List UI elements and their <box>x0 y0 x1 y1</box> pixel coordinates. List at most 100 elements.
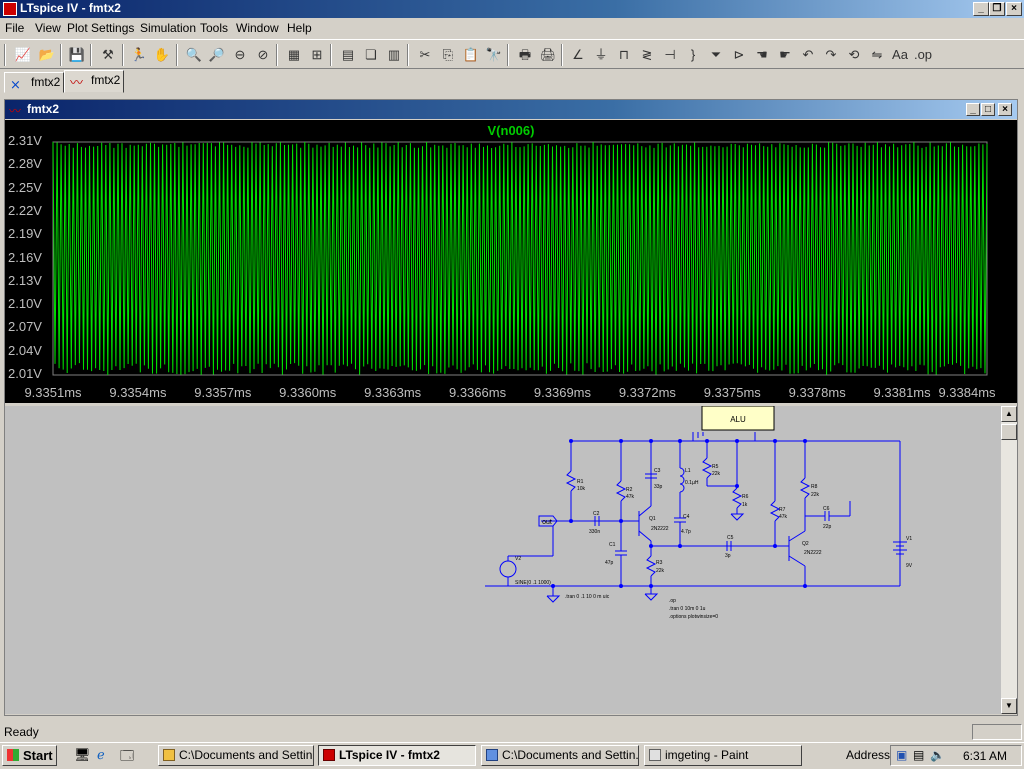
r2-value: 47k <box>626 494 635 500</box>
menu-simulation[interactable]: Simulation <box>140 21 196 35</box>
r1-value: 10k <box>577 486 586 492</box>
menu-tools[interactable]: Tools <box>200 21 228 35</box>
scroll-thumb[interactable] <box>1001 424 1017 440</box>
open-folder-icon[interactable]: 📂 <box>37 45 57 65</box>
tab-schematic[interactable]: ⨯ fmtx2 <box>4 72 64 93</box>
menu-view[interactable]: View <box>35 21 61 35</box>
ltspice-app-icon <box>3 2 17 16</box>
save-icon[interactable]: 💾 <box>67 45 87 65</box>
halt-hand-icon[interactable]: ✋ <box>152 45 172 65</box>
mirror-icon[interactable]: ⇋ <box>867 45 887 65</box>
l1-value: 0.1µH <box>685 480 699 486</box>
scroll-up-button[interactable]: ▲ <box>1001 406 1017 422</box>
tray-app-icon[interactable]: ▤ <box>913 748 924 762</box>
spice-directive-options: .options plotwinsize=0 <box>669 614 718 620</box>
explorer-icon <box>486 749 498 761</box>
taskbar: Start 🖥 ℯ 🗔 C:\Documents and Settin... L… <box>0 742 1024 768</box>
zoom-in-icon[interactable]: 🔍 <box>184 45 204 65</box>
restore-button[interactable]: ❐ <box>989 2 1005 16</box>
folder-icon <box>163 749 175 761</box>
restore-button[interactable]: □ <box>981 103 995 116</box>
menu-plot-settings[interactable]: Plot Settings <box>67 21 134 35</box>
print-setup-icon[interactable]: 🖶 <box>515 45 535 65</box>
spice-directive-tran: .tran 0 .1 10 0 m uic <box>565 594 610 600</box>
c5-label: C5 <box>727 535 734 541</box>
schematic-pane[interactable]: ALU out R1 10k C2 330n R2 47k C1 47p Q1 … <box>5 406 1001 714</box>
tile-vertical-icon[interactable]: ▥ <box>384 45 404 65</box>
c2-value: 330n <box>589 529 600 535</box>
capacitor-icon[interactable]: ⊣ <box>660 45 680 65</box>
cut-icon[interactable]: ✂ <box>415 45 435 65</box>
r8-value: 22k <box>811 492 820 498</box>
toolbar-separator <box>122 44 124 66</box>
copy-icon[interactable]: ⎘ <box>438 45 458 65</box>
spice-directive-icon[interactable]: .op <box>913 45 933 65</box>
y-tick-label: 2.22V <box>8 202 42 218</box>
x-tick-label: 9.3360ms <box>279 385 337 400</box>
autorange-icon[interactable]: ▦ <box>284 45 304 65</box>
zoom-out-icon[interactable]: ⊖ <box>230 45 250 65</box>
l1-label: L1 <box>685 468 691 474</box>
title-bar: LTspice IV - fmtx2 _ ❐ × <box>0 0 1024 18</box>
zoom-cancel-icon[interactable]: ⊘ <box>253 45 273 65</box>
text-icon[interactable]: Aa <box>890 45 910 65</box>
document-tabs: ⨯ fmtx2 〰 fmtx2 <box>0 70 1024 94</box>
draw-wire-icon[interactable]: ∠ <box>568 45 588 65</box>
tile-horizontal-icon[interactable]: ▤ <box>338 45 358 65</box>
fit-icon[interactable]: ⊞ <box>307 45 327 65</box>
new-schematic-icon[interactable]: 📈 <box>13 45 33 65</box>
close-button[interactable]: × <box>998 103 1012 116</box>
undo-icon[interactable]: ↶ <box>798 45 818 65</box>
control-panel-icon[interactable]: ⚒ <box>98 45 118 65</box>
r7-value: 47k <box>779 514 788 520</box>
c3-label: C3 <box>654 468 661 474</box>
tab-waveform[interactable]: 〰 fmtx2 <box>64 70 124 93</box>
taskbar-item-paint[interactable]: imgeting - Paint <box>644 745 802 766</box>
drag-hand-icon[interactable]: ☛ <box>775 45 795 65</box>
menu-help[interactable]: Help <box>287 21 312 35</box>
network-icon[interactable]: ▣ <box>896 748 907 762</box>
zoom-pan-icon[interactable]: 🔎 <box>207 45 227 65</box>
taskbar-item-explorer-2[interactable]: C:\Documents and Settin... <box>481 745 639 766</box>
resistor-icon[interactable]: ≷ <box>637 45 657 65</box>
move-hand-icon[interactable]: ☚ <box>752 45 772 65</box>
menu-file[interactable]: File <box>5 21 24 35</box>
r1-label: R1 <box>577 479 584 485</box>
trace-canvas <box>52 141 988 376</box>
spice-directive-tran2: .tran 0 10m 0 1u <box>669 606 706 612</box>
inductor-icon[interactable]: } <box>683 45 703 65</box>
rotate-icon[interactable]: ⟲ <box>844 45 864 65</box>
minimize-button[interactable]: _ <box>966 103 980 116</box>
cascade-icon[interactable]: ❏ <box>361 45 381 65</box>
run-icon[interactable]: 🏃 <box>129 45 149 65</box>
taskbar-item-ltspice[interactable]: LTspice IV - fmtx2 <box>318 745 476 766</box>
component-icon[interactable]: ⊳ <box>729 45 749 65</box>
ground-icon[interactable]: ⏚ <box>591 45 611 65</box>
q1-model: 2N2222 <box>651 526 669 532</box>
waveform-window-title-bar: 〰 fmtx2 _ □ × <box>5 100 1017 119</box>
toolbar-separator <box>176 44 178 66</box>
paste-icon[interactable]: 📋 <box>461 45 481 65</box>
diode-icon[interactable]: ⏷ <box>706 45 726 65</box>
internet-explorer-icon[interactable]: ℯ <box>97 747 105 763</box>
x-tick-label: 9.3372ms <box>618 385 676 400</box>
address-toolbar-label[interactable]: Address <box>846 748 890 762</box>
scroll-down-button[interactable]: ▼ <box>1001 698 1017 714</box>
taskbar-item-explorer-1[interactable]: C:\Documents and Settin... <box>158 745 314 766</box>
start-button[interactable]: Start <box>2 745 57 766</box>
redo-icon[interactable]: ↷ <box>821 45 841 65</box>
print-icon[interactable]: 🖨 <box>538 45 558 65</box>
windows-flag-icon <box>7 749 19 761</box>
show-desktop-icon[interactable]: 🖥 <box>74 747 91 763</box>
quick-launch-icon[interactable]: 🗔 <box>120 747 134 769</box>
minimize-button[interactable]: _ <box>973 2 989 16</box>
system-tray: ▣ ▤ 🔈 6:31 AM <box>890 745 1022 766</box>
find-binoculars-icon[interactable]: 🔭 <box>484 45 504 65</box>
q2-label: Q2 <box>802 541 809 547</box>
vertical-scrollbar[interactable]: ▲ ▼ <box>1001 406 1017 714</box>
label-net-icon[interactable]: ⊓ <box>614 45 634 65</box>
close-button[interactable]: × <box>1006 2 1022 16</box>
menu-window[interactable]: Window <box>236 21 279 35</box>
volume-icon[interactable]: 🔈 <box>930 748 945 762</box>
waveform-plot[interactable]: V(n006) 2.31V 2.28V 2.25V 2.22V 2.19V 2.16V 2.… <box>5 120 1017 403</box>
